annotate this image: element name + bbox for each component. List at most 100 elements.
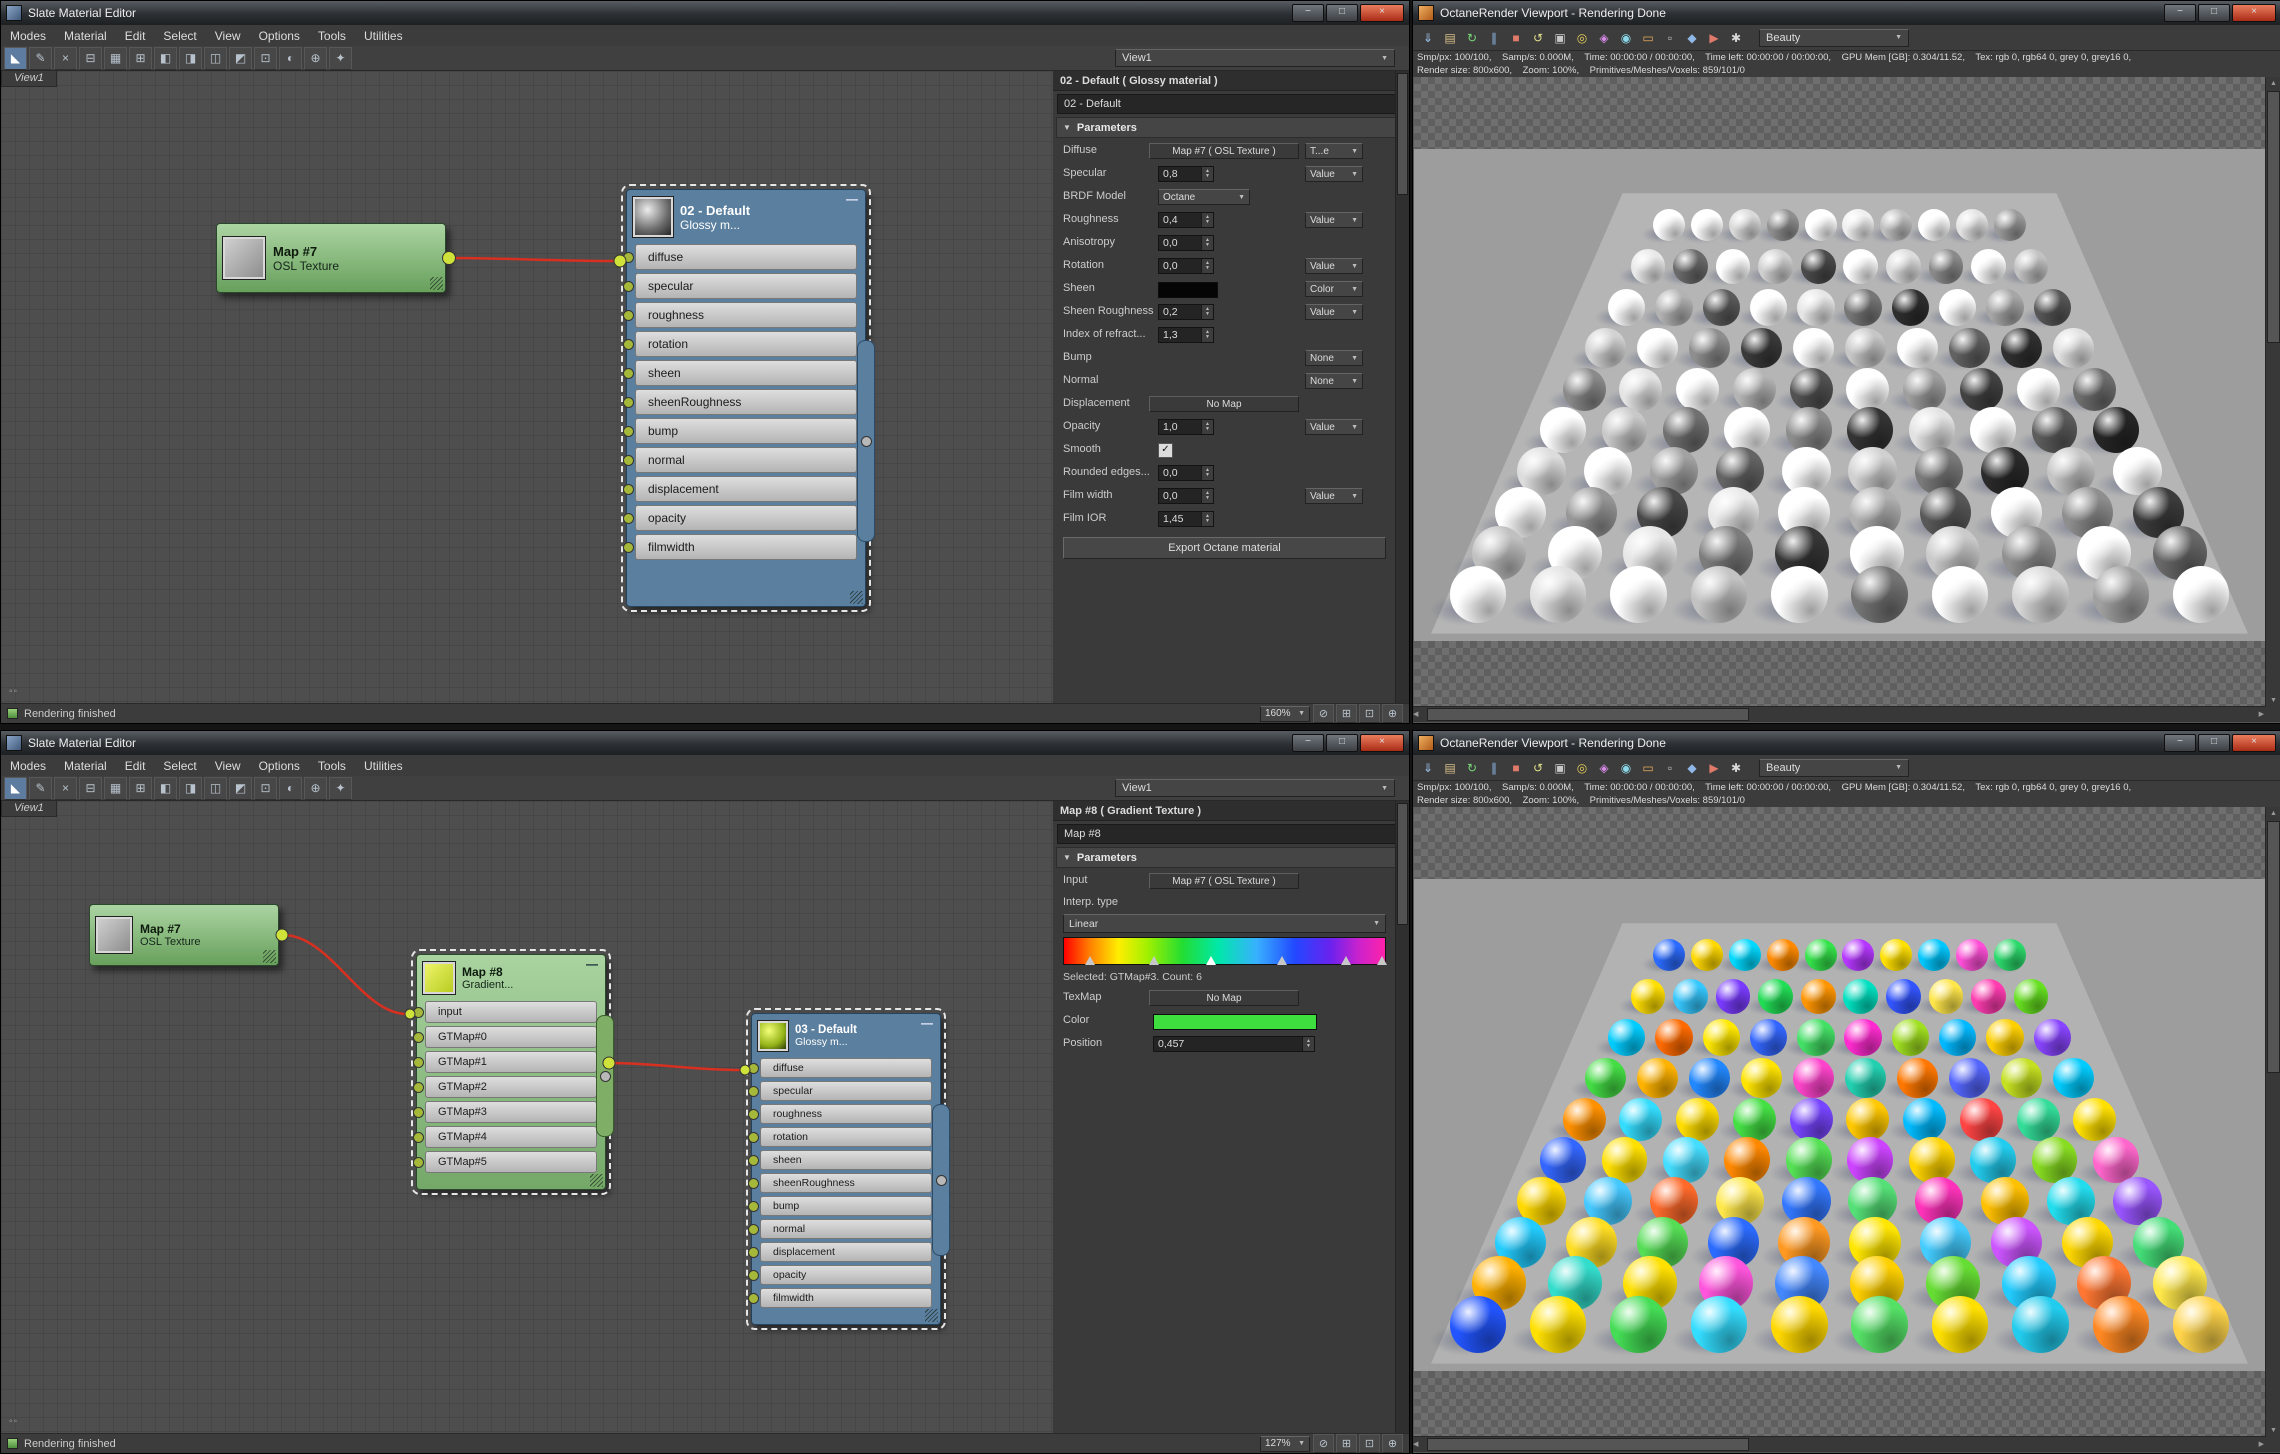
slot-sheen[interactable]: sheen (635, 360, 857, 386)
settings-gear-icon[interactable]: ✱ (1726, 28, 1746, 48)
wire[interactable] (283, 935, 407, 1014)
render-viewport[interactable] (1414, 77, 2265, 707)
minimize-button[interactable]: − (2164, 4, 2196, 22)
type-dropdown[interactable]: Value▼ (1305, 212, 1363, 228)
menu-utilities[interactable]: Utilities (355, 27, 412, 45)
input-socket-icon[interactable] (748, 1201, 759, 1212)
slot-displacement[interactable]: displacement (635, 476, 857, 502)
scroll-up-icon[interactable]: ▲ (2266, 77, 2280, 90)
value-spinner[interactable]: 1,0▲▼ (1158, 419, 1214, 435)
menu-view[interactable]: View (206, 27, 250, 45)
map-node[interactable]: Map #7OSL Texture (216, 223, 446, 293)
slot-normal[interactable]: normal (760, 1219, 932, 1239)
refresh-render-icon[interactable]: ↺ (1528, 758, 1548, 778)
restart-render-icon[interactable]: ↻ (1462, 758, 1482, 778)
gradient-node[interactable]: Map #8Gradient...—inputGTMap#0GTMap#1GTM… (416, 954, 606, 1190)
map-name-field[interactable]: Map #8 (1057, 824, 1405, 844)
render-pass-dropdown[interactable]: Beauty ▼ (1759, 29, 1909, 47)
pick-material-icon[interactable]: ✎ (29, 47, 52, 70)
type-dropdown[interactable]: Value▼ (1305, 304, 1363, 320)
zoom-selected-icon[interactable]: ⊕ (1382, 1434, 1403, 1453)
collapse-node-icon[interactable]: — (846, 192, 858, 206)
type-dropdown[interactable]: Value▼ (1305, 488, 1363, 504)
output-socket-icon[interactable] (600, 1071, 611, 1082)
slot-diffuse[interactable]: diffuse (760, 1058, 932, 1078)
slot-rotation[interactable]: rotation (635, 331, 857, 357)
camera-motion-icon[interactable]: ◆ (1682, 28, 1702, 48)
node-view[interactable]: View1 ◦◦ Map #7OSL TextureMap #8Gradient… (1, 801, 1054, 1433)
view-selector-dropdown[interactable]: View1 ▼ (1115, 779, 1395, 797)
view-tab[interactable]: View1 (1, 71, 57, 87)
spin-down-icon[interactable]: ▼ (1205, 243, 1210, 248)
spinner-arrows-icon[interactable]: ▲▼ (1201, 512, 1213, 526)
input-socket-icon[interactable] (748, 1224, 759, 1235)
show-grid-icon[interactable]: ▦ (104, 47, 127, 70)
view-tab[interactable]: View1 (1, 801, 57, 817)
pick-focus-icon[interactable]: ◎ (1572, 758, 1592, 778)
slot-normal[interactable]: normal (635, 447, 857, 473)
slot-GTMap#1[interactable]: GTMap#1 (425, 1051, 597, 1073)
save-render-icon[interactable]: ⇓ (1418, 758, 1438, 778)
align-right-icon[interactable]: ◨ (179, 47, 202, 70)
hide-unused-slots-icon[interactable]: ⊟ (79, 777, 102, 800)
slot-sheen[interactable]: sheen (760, 1150, 932, 1170)
layout-all-icon[interactable]: ◫ (204, 47, 227, 70)
stop-render-icon[interactable]: ■ (1506, 758, 1526, 778)
pick-white-balance-icon[interactable]: ◉ (1616, 28, 1636, 48)
type-dropdown[interactable]: None▼ (1305, 373, 1363, 389)
spinner-arrows-icon[interactable]: ▲▼ (1302, 1037, 1314, 1051)
horizontal-scrollbar[interactable]: ◀ ▶ (1413, 1436, 2266, 1452)
slot-roughness[interactable]: roughness (760, 1104, 932, 1124)
close-button[interactable]: × (2232, 734, 2276, 752)
slot-bump[interactable]: bump (635, 418, 857, 444)
title-bar[interactable]: Slate Material Editor − □ × (1, 1, 1409, 25)
spin-down-icon[interactable]: ▼ (1205, 427, 1210, 432)
pick-white-balance-icon[interactable]: ◉ (1616, 758, 1636, 778)
zoom-extents-icon[interactable]: ⊡ (1359, 1434, 1380, 1453)
select-tool-icon[interactable]: ◣ (4, 47, 27, 70)
parameters-rollout[interactable]: ▼ Parameters (1056, 117, 1406, 138)
copy-clipboard-icon[interactable]: ▤ (1440, 758, 1460, 778)
input-socket-icon[interactable] (413, 1032, 424, 1043)
spinner-arrows-icon[interactable]: ▲▼ (1201, 328, 1213, 342)
select-tool-icon[interactable]: ◣ (4, 777, 27, 800)
spinner-arrows-icon[interactable]: ▲▼ (1201, 236, 1213, 250)
snap-toggle-icon[interactable]: ⊞ (129, 47, 152, 70)
render-pass-dropdown[interactable]: Beauty ▼ (1759, 759, 1909, 777)
resize-grip-icon[interactable] (590, 1174, 603, 1187)
view-selector-dropdown[interactable]: View1 ▼ (1115, 49, 1395, 67)
spin-down-icon[interactable]: ▼ (1205, 266, 1210, 271)
close-button[interactable]: × (1360, 734, 1404, 752)
title-bar[interactable]: Slate Material Editor − □ × (1, 731, 1409, 755)
slot-GTMap#2[interactable]: GTMap#2 (425, 1076, 597, 1098)
maximize-button[interactable]: □ (1326, 734, 1358, 752)
value-spinner[interactable]: 0,2▲▼ (1158, 304, 1214, 320)
input-socket-icon[interactable] (623, 252, 634, 263)
value-spinner[interactable]: 1,3▲▼ (1158, 327, 1214, 343)
input-socket-icon[interactable] (413, 1157, 424, 1168)
color-swatch[interactable] (1158, 282, 1218, 298)
title-bar[interactable]: OctaneRender Viewport - Rendering Done −… (1413, 1, 2280, 25)
gradient-marker[interactable] (1277, 956, 1287, 965)
menu-tools[interactable]: Tools (309, 757, 355, 775)
wire[interactable] (450, 258, 617, 261)
slot-GTMap#0[interactable]: GTMap#0 (425, 1026, 597, 1048)
value-spinner[interactable]: 0,0▲▼ (1158, 488, 1214, 504)
type-dropdown[interactable]: Color▼ (1305, 281, 1363, 297)
panel-scrollbar[interactable] (1395, 71, 1409, 703)
title-bar[interactable]: OctaneRender Viewport - Rendering Done −… (1413, 731, 2280, 755)
zoom-level-dropdown[interactable]: 160% ▼ (1260, 706, 1310, 722)
zoom-region-icon[interactable]: ⊞ (1336, 704, 1357, 723)
menu-modes[interactable]: Modes (1, 757, 55, 775)
film-region-icon[interactable]: ▫ (1660, 758, 1680, 778)
spin-down-icon[interactable]: ▼ (1306, 1044, 1311, 1049)
material-preview-icon[interactable]: ◐ (279, 47, 302, 70)
color-swatch[interactable] (1153, 1014, 1317, 1030)
slot-GTMap#4[interactable]: GTMap#4 (425, 1126, 597, 1148)
menu-select[interactable]: Select (154, 27, 205, 45)
align-left-icon[interactable]: ◧ (154, 777, 177, 800)
resize-grip-icon[interactable] (430, 277, 443, 290)
menu-tools[interactable]: Tools (309, 27, 355, 45)
close-button[interactable]: × (2232, 4, 2276, 22)
restart-render-icon[interactable]: ↻ (1462, 28, 1482, 48)
